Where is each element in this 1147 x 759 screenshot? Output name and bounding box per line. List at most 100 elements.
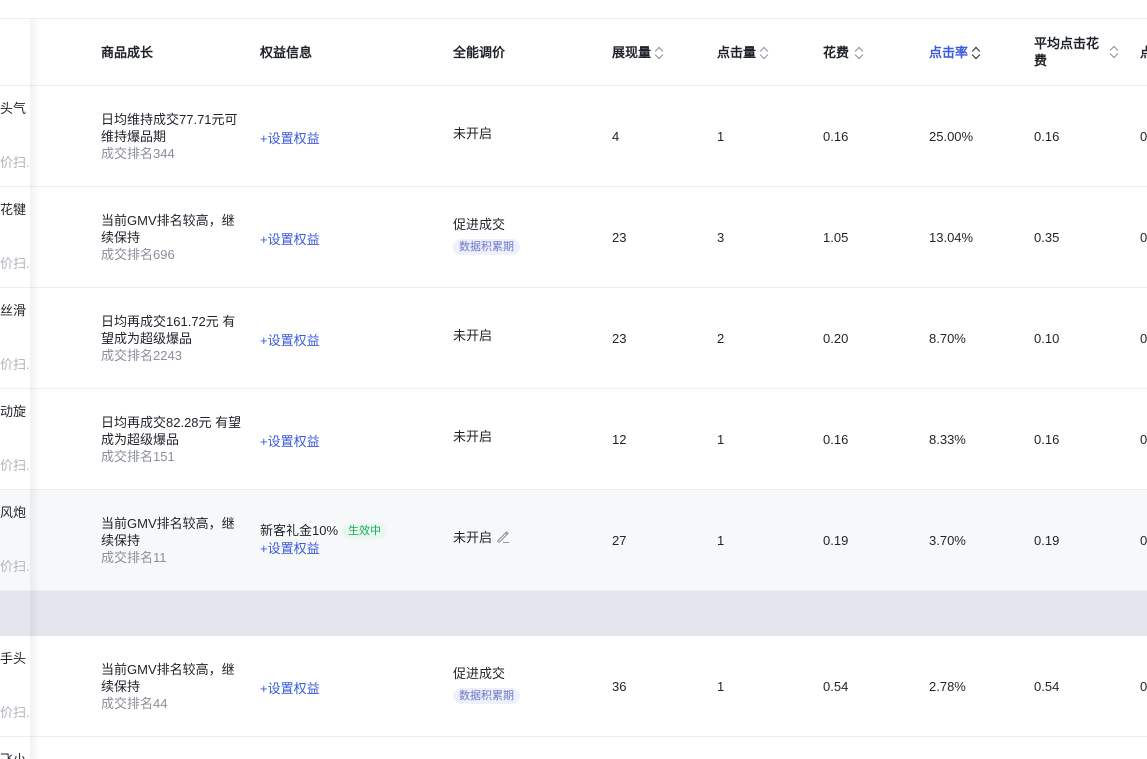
avg-cpc-value: 0.16 — [1034, 432, 1060, 447]
ctr-value: 8.70% — [929, 331, 966, 346]
next-value: 0 — [1140, 533, 1147, 548]
rights-info: 新客礼金10% 生效中 +设置权益 — [260, 522, 450, 557]
clicks-value: 3 — [717, 230, 725, 245]
sort-icon[interactable] — [760, 46, 769, 60]
product-name: 飞小 — [0, 751, 30, 759]
cost-value: 0.16 — [823, 129, 849, 144]
product-name: 动旋 — [0, 404, 27, 419]
impressions-value: 23 — [612, 230, 627, 245]
growth-text: 当前GMV排名较高，继续保持 — [101, 213, 235, 245]
group-separator-row — [0, 591, 1147, 636]
product-name-sub: 价扫... — [0, 256, 30, 271]
growth-rank: 成交排名11 — [101, 550, 167, 565]
set-rights-link[interactable]: +设置权益 — [260, 130, 320, 147]
header-impressions[interactable]: 展现量 — [612, 44, 664, 61]
pricing-status: 未开启 — [453, 328, 493, 343]
clicks-value: 1 — [717, 533, 725, 548]
rights-status-badge: 生效中 — [342, 523, 388, 539]
avg-cpc-value: 0.10 — [1034, 331, 1060, 346]
growth-info: 日均再成交82.28元 有望成为超级爆品 成交排名151 — [101, 414, 246, 465]
table-row[interactable]: 手头 价扫... 当前GMV排名较高，继续保持 成交排名44 +设置权益 促进成… — [0, 636, 1147, 737]
product-name: 头气 — [0, 101, 27, 116]
growth-info: 当前GMV排名较高，继续保持 成交排名44 — [101, 661, 246, 712]
rights-item: 新客礼金10% — [260, 523, 339, 538]
table-header: 商品成长 权益信息 全能调价 展现量 点击量 花费 点击率 平均点击花费 点 — [0, 19, 1147, 86]
product-name-sub: 价扫... — [0, 155, 30, 170]
header-clicks[interactable]: 点击量 — [717, 44, 769, 61]
product-name: 风炮 — [0, 505, 27, 520]
product-name: 手头 — [0, 651, 27, 666]
sort-icon[interactable] — [972, 46, 981, 60]
header-cost[interactable]: 花费 — [823, 44, 864, 61]
table-row[interactable]: 动旋 价扫... 日均再成交82.28元 有望成为超级爆品 成交排名151 +设… — [0, 389, 1147, 490]
next-value: 0 — [1140, 331, 1147, 346]
set-rights-link[interactable]: +设置权益 — [260, 231, 320, 248]
impressions-value: 36 — [612, 679, 627, 694]
pricing-text: 未开启 — [453, 530, 493, 545]
growth-rank: 成交排名344 — [101, 146, 175, 161]
next-value: 0 — [1140, 129, 1147, 144]
header-growth: 商品成长 — [101, 45, 154, 60]
growth-rank: 成交排名151 — [101, 449, 175, 464]
growth-text: 日均维持成交77.71元可维持爆品期 — [101, 112, 238, 144]
set-rights-link[interactable]: +设置权益 — [260, 433, 320, 450]
impressions-value: 12 — [612, 432, 627, 447]
header-ctr[interactable]: 点击率 — [929, 44, 981, 61]
growth-info: 当前GMV排名较高，继续保持 成交排名696 — [101, 212, 246, 263]
top-toolbar — [0, 0, 1147, 19]
avg-cpc-value: 0.19 — [1034, 533, 1060, 548]
header-avg-cpc[interactable]: 平均点击花费 — [1034, 35, 1124, 69]
pricing-status: 未开启 — [453, 126, 493, 141]
set-rights-link[interactable]: +设置权益 — [260, 332, 320, 349]
cost-value: 0.19 — [823, 533, 849, 548]
set-rights-link[interactable]: +设置权益 — [260, 540, 450, 557]
growth-text: 当前GMV排名较高，继续保持 — [101, 662, 235, 694]
growth-rank: 成交排名44 — [101, 696, 168, 711]
product-name-sub: 价扫... — [0, 705, 30, 720]
product-name: 丝滑 — [0, 303, 27, 318]
impressions-value: 27 — [612, 533, 627, 548]
growth-info: 日均维持成交77.71元可维持爆品期 成交排名344 — [101, 111, 246, 162]
pricing-text: 促进成交 — [453, 217, 506, 232]
table-row[interactable]: 飞小 — [0, 737, 1147, 759]
header-rights: 权益信息 — [260, 45, 313, 60]
product-name-sub: 价扫... — [0, 357, 30, 372]
pricing-status: 未开启 — [453, 529, 510, 546]
avg-cpc-value: 0.16 — [1034, 129, 1060, 144]
table-row[interactable]: 花犍 价扫... 当前GMV排名较高，继续保持 成交排名696 +设置权益 促进… — [0, 187, 1147, 288]
growth-text: 日均再成交82.28元 有望成为超级爆品 — [101, 415, 242, 447]
edit-icon[interactable] — [496, 530, 510, 544]
growth-text: 当前GMV排名较高，继续保持 — [101, 516, 235, 548]
table-row[interactable]: 风炮 价扫... 当前GMV排名较高，继续保持 成交排名11 新客礼金10%生效… — [0, 490, 1147, 591]
pricing-status: 未开启 — [453, 429, 493, 444]
ctr-value: 13.04% — [929, 230, 974, 245]
growth-text: 日均再成交161.72元 有望成为超级爆品 — [101, 314, 236, 346]
pricing-badge: 数据积累期 — [453, 688, 520, 704]
table-row[interactable]: 头气 价扫... 日均维持成交77.71元可维持爆品期 成交排名344 +设置权… — [0, 86, 1147, 187]
growth-info: 日均再成交161.72元 有望成为超级爆品 成交排名2243 — [101, 313, 246, 364]
ctr-value: 8.33% — [929, 432, 966, 447]
clicks-value: 2 — [717, 331, 725, 346]
cost-value: 0.16 — [823, 432, 849, 447]
clicks-value: 1 — [717, 129, 725, 144]
sort-icon[interactable] — [655, 46, 664, 60]
ctr-value: 2.78% — [929, 679, 966, 694]
growth-rank: 成交排名696 — [101, 247, 175, 262]
avg-cpc-value: 0.54 — [1034, 679, 1060, 694]
avg-cpc-value: 0.35 — [1034, 230, 1060, 245]
impressions-value: 4 — [612, 129, 620, 144]
cost-value: 1.05 — [823, 230, 849, 245]
pricing-status: 促进成交 数据积累期 — [453, 665, 520, 704]
clicks-value: 1 — [717, 679, 725, 694]
ctr-value: 3.70% — [929, 533, 966, 548]
clicks-value: 1 — [717, 432, 725, 447]
impressions-value: 23 — [612, 331, 627, 346]
pricing-status: 促进成交 数据积累期 — [453, 216, 520, 255]
table-row[interactable]: 丝滑 价扫... 日均再成交161.72元 有望成为超级爆品 成交排名2243 … — [0, 288, 1147, 389]
next-value: 0 — [1140, 679, 1147, 694]
header-pricing: 全能调价 — [453, 45, 506, 60]
sort-icon[interactable] — [1110, 45, 1119, 59]
sort-icon[interactable] — [855, 46, 864, 60]
product-name-sub: 价扫... — [0, 458, 30, 473]
set-rights-link[interactable]: +设置权益 — [260, 680, 320, 697]
